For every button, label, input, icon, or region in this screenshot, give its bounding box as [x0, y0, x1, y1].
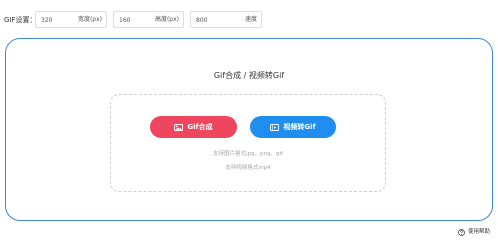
height-input[interactable] — [119, 14, 151, 26]
gif-compose-label: Gif合成 — [187, 123, 213, 131]
gif-compose-button[interactable]: Gif合成 — [150, 116, 237, 138]
video-to-gif-label: 视频转Gif — [283, 123, 316, 131]
height-field[interactable]: 高度(px) — [113, 11, 184, 28]
height-unit-label: 高度(px) — [154, 16, 179, 23]
panel-title: Gif合成 / 视频转Gif — [213, 71, 285, 80]
video-format-hint: 支持视频格式mp4 — [225, 165, 271, 171]
image-format-hint: 支持图片格式jpg、png、gif — [213, 151, 283, 157]
width-field[interactable]: 宽度(px) — [35, 11, 107, 28]
help-label: 使用帮助 — [468, 229, 491, 235]
speed-input[interactable] — [196, 14, 228, 26]
upload-drop-zone[interactable]: Gif合成 视频转Gif 支持图片格式jpg、png、gif 支持视频格式mp4 — [110, 94, 386, 192]
width-unit-label: 宽度(px) — [77, 16, 102, 23]
main-panel: Gif合成 / 视频转Gif Gif合成 视频转Gif 支持图片格式jpg、pn… — [5, 38, 493, 221]
speed-field[interactable]: 速度 — [190, 11, 262, 28]
speed-unit-label: 速度 — [244, 16, 257, 23]
help-link[interactable]: 使用帮助 — [458, 227, 490, 237]
width-input[interactable] — [41, 14, 73, 26]
gif-settings-bar: GIF设置： 宽度(px) 高度(px) 速度 — [0, 11, 498, 29]
help-circle-icon — [458, 228, 465, 236]
video-icon — [270, 123, 280, 131]
video-to-gif-button[interactable]: 视频转Gif — [250, 116, 336, 138]
gif-settings-label: GIF设置： — [4, 16, 37, 24]
image-icon — [174, 123, 184, 131]
